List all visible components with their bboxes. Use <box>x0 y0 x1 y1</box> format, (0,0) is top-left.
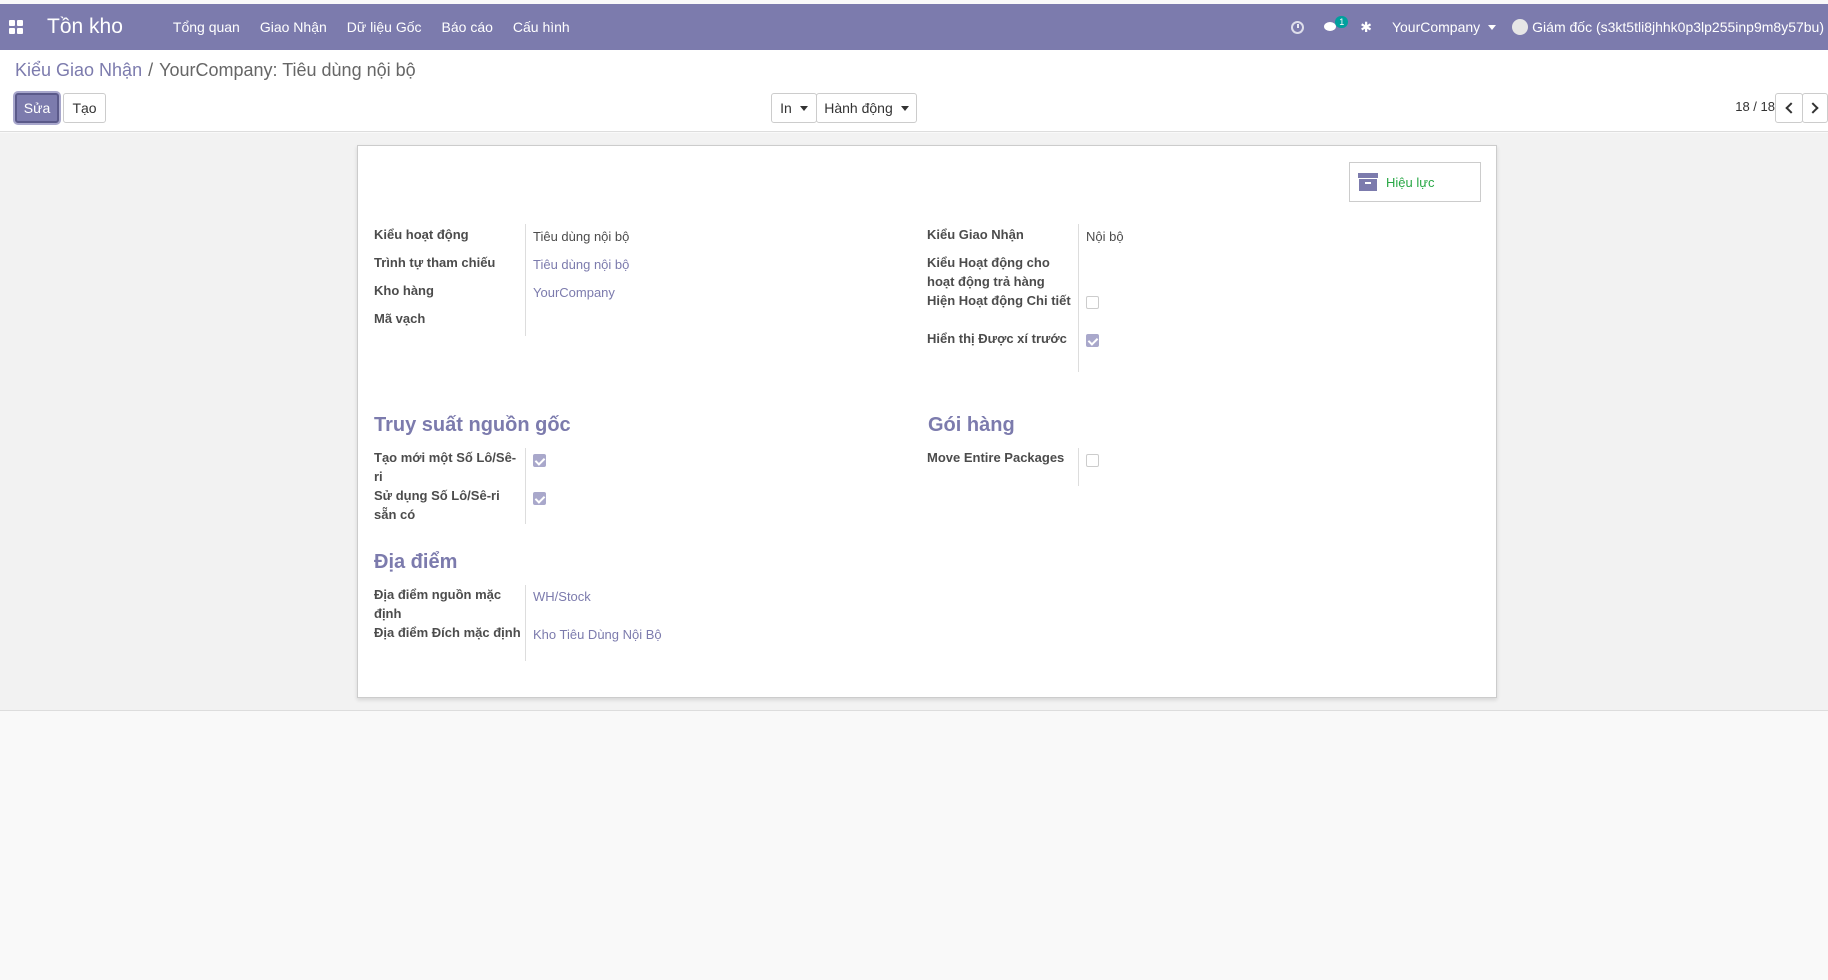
action-dropdown[interactable]: Hành động <box>816 93 917 123</box>
menu-item-reports[interactable]: Báo cáo <box>432 4 503 50</box>
chevron-left-icon <box>1785 102 1797 114</box>
section-title-locations: Địa điểm <box>374 551 458 573</box>
messaging-chat-icon[interactable]: 1 <box>1324 16 1349 33</box>
field-value-operation-type[interactable]: Tiêu dùng nội bộ <box>533 227 629 246</box>
apps-menu-icon[interactable] <box>1 4 31 50</box>
user-menu[interactable]: Giám đốc (s3kt5tli8jhhk0p3lp255inp9m8y57… <box>1512 19 1824 35</box>
field-label-move-entire-packages: Move Entire Packages <box>927 450 1065 465</box>
app-title[interactable]: Tồn kho <box>47 15 123 39</box>
show-detailed-operations-checkbox[interactable] <box>1086 296 1099 309</box>
company-name: YourCompany <box>1391 19 1481 35</box>
systray: 1 ✱ YourCompany Giám đốc (s3kt5tli8jhhk0… <box>1281 4 1828 50</box>
control-panel: Kiểu Giao Nhận / YourCompany: Tiêu dùng nộ… <box>0 50 1828 132</box>
chevron-down-icon <box>1488 24 1497 30</box>
field-value-default-source-location[interactable]: WH/Stock <box>533 587 591 606</box>
field-label-return-operation-type: Kiểu Hoạt động cho hoạt động trả hàng <box>927 255 1050 289</box>
archive-icon <box>1358 173 1378 191</box>
main-menu: Tổng quan Giao Nhận Dữ liệu Gốc Báo cáo … <box>163 4 580 50</box>
section-title-packages: Gói hàng <box>928 414 1015 436</box>
field-value-default-destination-location[interactable]: Kho Tiêu Dùng Nội Bộ <box>533 625 662 644</box>
move-entire-packages-checkbox[interactable] <box>1086 454 1099 467</box>
show-reserved-checkbox[interactable] <box>1086 334 1099 347</box>
chevron-right-icon <box>1807 102 1819 114</box>
chat-badge: 1 <box>1335 16 1349 28</box>
breadcrumb-current: YourCompany: Tiêu dùng nội bộ <box>159 60 416 80</box>
create-lot-serial-checkbox[interactable] <box>533 454 546 467</box>
section-title-traceability: Truy suất nguồn gốc <box>374 414 571 436</box>
field-label-default-source-location: Địa điểm nguồn mặc định <box>374 587 502 621</box>
avatar <box>1512 19 1529 35</box>
field-label-create-lot-serial: Tạo mới một Số Lô/Sê-ri <box>374 450 517 484</box>
user-name: Giám đốc (s3kt5tli8jhhk0p3lp255inp9m8y57… <box>1532 19 1824 35</box>
menu-item-configuration[interactable]: Cấu hình <box>503 4 580 50</box>
use-existing-lot-serial-checkbox[interactable] <box>533 492 546 505</box>
breadcrumb-parent-link[interactable]: Kiểu Giao Nhận <box>15 60 142 80</box>
menu-item-transfers[interactable]: Giao Nhận <box>250 4 337 50</box>
top-navbar: Tồn kho Tổng quan Giao Nhận Dữ liệu Gốc … <box>0 4 1828 50</box>
chevron-down-icon <box>799 105 808 111</box>
debug-bug-icon[interactable]: ✱ <box>1360 19 1372 36</box>
field-label-show-detailed-operations: Hiện Hoạt động Chi tiết <box>927 293 1071 308</box>
pager-value[interactable]: 18 / 18 <box>1735 99 1775 114</box>
field-value-reference-sequence[interactable]: Tiêu dùng nội bộ <box>533 255 629 274</box>
field-label-use-existing-lot-serial: Sử dụng Số Lô/Sê-ri sẵn có <box>374 488 500 522</box>
field-label-barcode: Mã vạch <box>374 311 426 326</box>
field-label-operation-type: Kiểu hoạt động <box>374 227 469 242</box>
active-toggle-button[interactable]: Hiệu lực <box>1349 162 1481 202</box>
field-value-transfer-type[interactable]: Nội bộ <box>1086 227 1124 246</box>
breadcrumb: Kiểu Giao Nhận / YourCompany: Tiêu dùng nộ… <box>15 60 416 81</box>
field-label-warehouse: Kho hàng <box>374 283 434 298</box>
field-label-default-destination-location: Địa điểm Đích mặc định <box>374 625 521 640</box>
field-label-transfer-type: Kiểu Giao Nhận <box>927 227 1024 242</box>
form-sheet: Hiệu lực Kiểu hoạt động Tiêu dùng nội bộ… <box>357 145 1497 698</box>
field-value-warehouse[interactable]: YourCompany <box>533 283 615 302</box>
active-button-label: Hiệu lực <box>1386 174 1435 190</box>
action-label: Hành động <box>824 100 893 116</box>
print-dropdown[interactable]: In <box>771 93 817 123</box>
create-button[interactable]: Tạo <box>63 93 106 123</box>
menu-item-overview[interactable]: Tổng quan <box>163 4 250 50</box>
print-label: In <box>780 100 792 116</box>
field-label-reference-sequence: Trình tự tham chiếu <box>374 255 496 270</box>
field-label-show-reserved: Hiển thị Được xí trước <box>927 331 1067 346</box>
pager-previous-button[interactable] <box>1775 93 1803 123</box>
edit-button[interactable]: Sửa <box>15 93 59 123</box>
chevron-down-icon <box>900 105 909 111</box>
activity-clock-icon[interactable] <box>1291 20 1305 34</box>
menu-item-master-data[interactable]: Dữ liệu Gốc <box>337 4 432 50</box>
pager-next-button[interactable] <box>1802 93 1828 123</box>
company-switcher[interactable]: YourCompany <box>1391 19 1497 35</box>
breadcrumb-separator: / <box>148 60 154 80</box>
